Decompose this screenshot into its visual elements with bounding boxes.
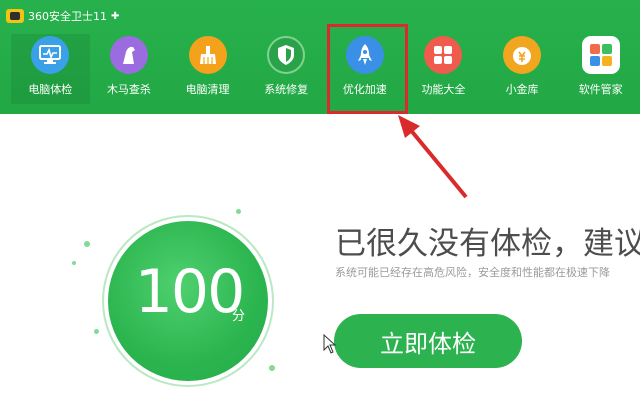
coin-icon xyxy=(503,36,542,74)
nav-item-trojan-scan[interactable]: 木马查杀 xyxy=(90,34,169,104)
decorative-dot xyxy=(94,329,99,334)
nav-item-system-repair[interactable]: 系统修复 xyxy=(247,34,326,104)
check-now-button[interactable]: 立即体检 xyxy=(334,314,522,368)
apps-icon xyxy=(581,36,620,74)
nav-label: 小金库 xyxy=(505,83,539,96)
checkup-headline: 已很久没有体检，建议立即体检 xyxy=(335,226,640,262)
app-title-bar: 360安全卫士11 ✚ xyxy=(6,6,119,26)
360-logo-icon xyxy=(6,9,24,23)
nav-label: 优化加速 xyxy=(342,83,387,96)
app-title: 360安全卫士11 xyxy=(28,10,107,23)
decorative-dot xyxy=(72,261,76,265)
horse-icon xyxy=(109,36,148,74)
nav-item-treasury[interactable]: 小金库 xyxy=(483,34,562,104)
nav-label: 木马查杀 xyxy=(106,83,151,96)
score-value: 100 xyxy=(134,257,246,327)
broom-icon xyxy=(188,36,227,74)
nav-label: 软件管家 xyxy=(578,83,623,96)
nav-item-all-features[interactable]: 功能大全 xyxy=(404,34,483,104)
rocket-icon xyxy=(345,36,384,74)
shield-icon xyxy=(267,36,306,74)
nav-item-software-manager[interactable]: 软件管家 xyxy=(561,34,640,104)
mouse-cursor-icon xyxy=(323,334,337,354)
score-unit: 分 xyxy=(232,309,246,324)
decorative-dot xyxy=(269,365,275,371)
top-toolbar: 360安全卫士11 ✚ 电脑体检 木马查杀 电脑清理 系统修复 优化加速 功能大… xyxy=(0,0,640,114)
checkup-subline: 系统可能已经存在高危风险，安全度和性能都在极速下降 xyxy=(335,266,610,279)
main-nav: 电脑体检 木马查杀 电脑清理 系统修复 优化加速 功能大全 小金库 软件管家 xyxy=(0,34,640,104)
nav-label: 电脑清理 xyxy=(185,83,230,96)
nav-item-pc-cleanup[interactable]: 电脑清理 xyxy=(168,34,247,104)
score-display: 100 分 xyxy=(64,195,294,415)
monitor-icon xyxy=(31,36,70,74)
decorative-dot xyxy=(236,209,241,214)
grid-icon xyxy=(424,36,463,74)
nav-item-pc-checkup[interactable]: 电脑体检 xyxy=(11,34,90,104)
nav-item-optimize-speedup[interactable]: 优化加速 xyxy=(326,34,405,104)
nav-label: 功能大全 xyxy=(421,83,466,96)
decorative-dot xyxy=(84,241,90,247)
nav-label: 系统修复 xyxy=(264,83,309,96)
upgrade-arrow-icon[interactable]: ✚ xyxy=(111,11,119,22)
nav-label: 电脑体检 xyxy=(28,83,73,96)
